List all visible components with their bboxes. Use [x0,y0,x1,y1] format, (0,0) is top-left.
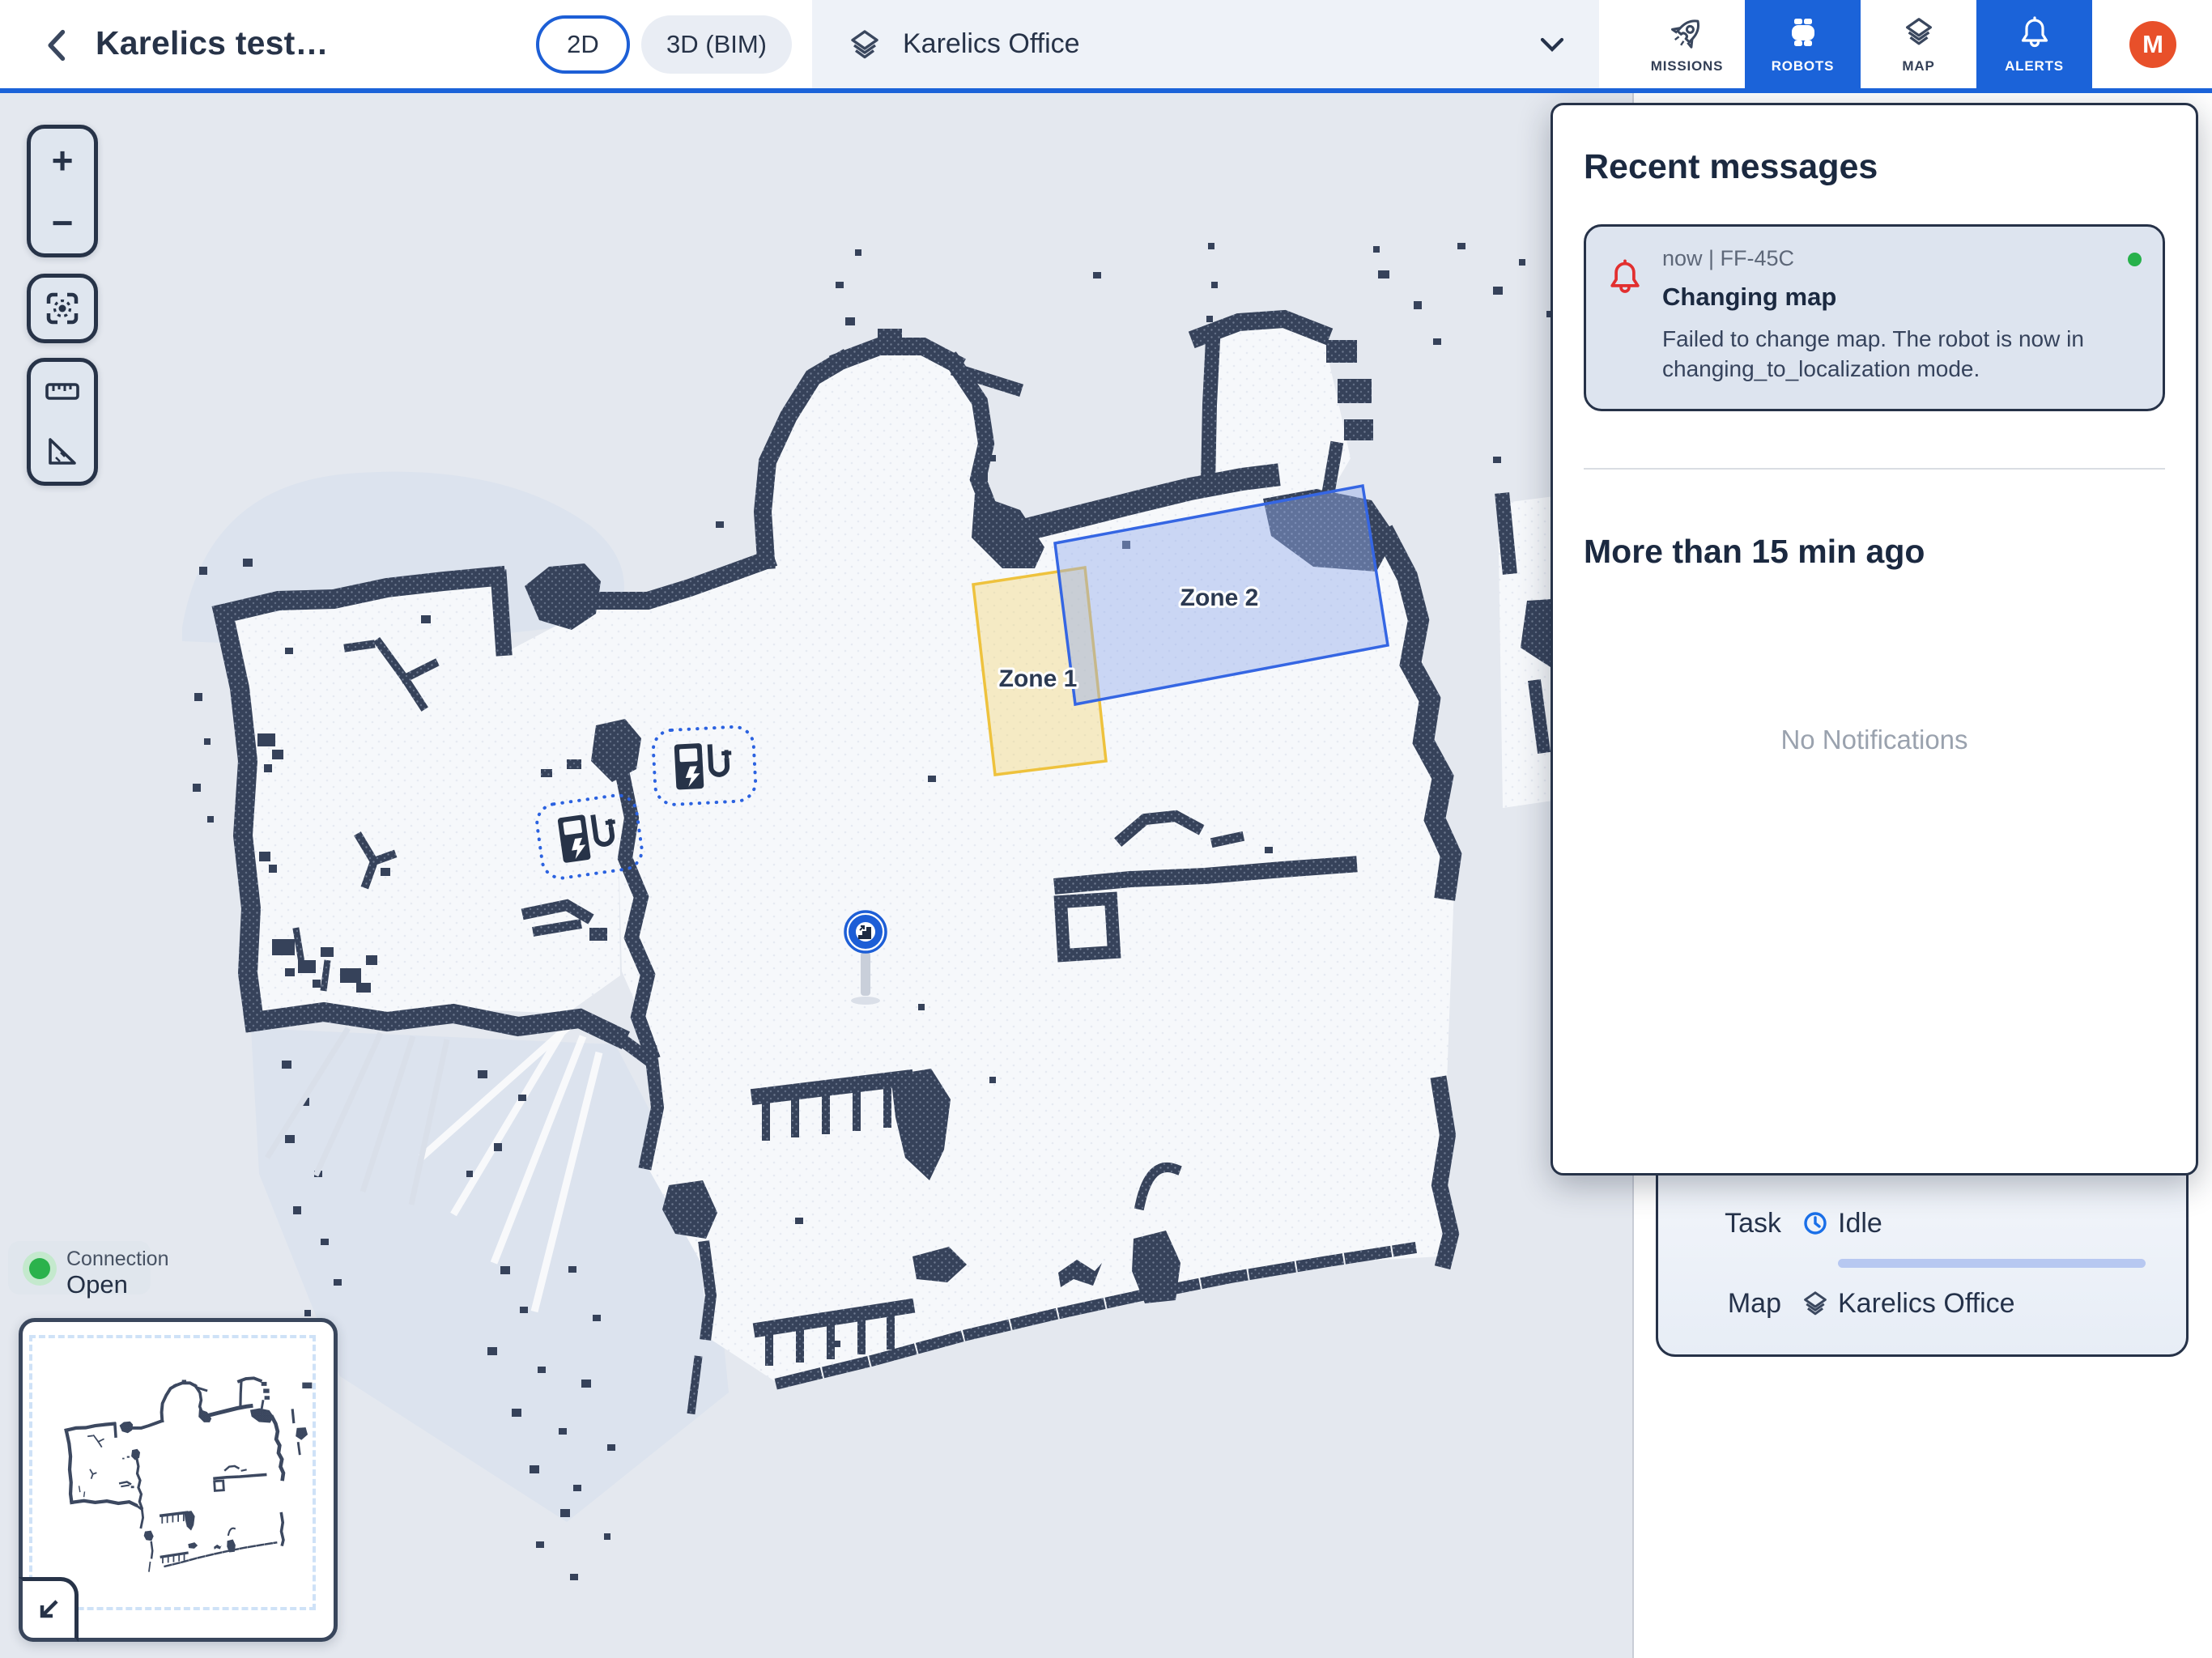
angle-tool-button[interactable] [31,422,94,482]
layers-icon [1800,1288,1831,1319]
notification-title: Changing map [1662,283,2113,312]
page-title: Karelics test… [96,24,329,62]
no-notifications-text: No Notifications [1584,725,2165,755]
view-toggle-2d[interactable]: 2D [536,15,630,74]
rocket-icon [1670,15,1705,50]
tab-alerts-label: ALERTS [2005,58,2064,74]
tab-missions-label: MISSIONS [1651,58,1724,74]
minimap-thumbnail [40,1369,322,1592]
tab-missions[interactable]: MISSIONS [1629,0,1745,88]
zoom-controls: + − [27,125,98,257]
tab-robots[interactable]: ROBOTS [1745,0,1861,88]
layers-icon [846,26,883,63]
view-toggle-3d[interactable]: 3D (BIM) [641,15,792,74]
arrow-southwest-icon [32,1593,65,1626]
map-value: Karelics Office [1838,1288,2186,1320]
connection-status: Connection Open [8,1241,151,1295]
tab-map[interactable]: MAP [1861,0,1976,88]
chevron-down-icon [1534,27,1570,62]
zoom-in-button[interactable]: + [31,129,94,191]
recenter-button[interactable] [27,274,98,343]
minimap[interactable] [19,1318,338,1642]
connection-ok-dot [29,1258,50,1279]
map-selector-value: Karelics Office [903,28,1080,60]
zone-1-label: Zone 1 [999,665,1078,692]
robot-icon [1785,15,1821,50]
avatar[interactable]: M [2129,21,2176,68]
clock-icon [1799,1207,1831,1239]
alert-bell-icon [1606,257,1648,296]
zone-2-label: Zone 2 [1180,585,1259,611]
connection-value: Open [66,1270,128,1299]
notification-card[interactable]: now | FF-45C Changing map Failed to chan… [1584,224,2165,411]
map-label: Map [1728,1288,1793,1320]
header-accent-bar [0,88,2212,93]
ruler-tool-button[interactable] [31,362,94,422]
top-bar: Karelics test… 2D 3D (BIM) Karelics Offi… [0,0,2212,93]
set-square-icon [45,434,80,470]
zoom-out-button[interactable]: − [31,191,94,253]
bell-icon [2017,15,2052,50]
tab-map-label: MAP [1902,58,1934,74]
notifications-panel: Recent messages now | FF-45C Changing ma… [1551,103,2198,1175]
ruler-icon [45,374,80,410]
task-label: Task [1725,1208,1793,1239]
tab-alerts[interactable]: ALERTS [1976,0,2092,88]
chevron-left-icon [39,26,78,65]
nav-tabs: MISSIONS ROBOTS [1629,0,2092,88]
focus-icon [44,290,81,327]
measure-tools [27,358,98,486]
connection-label: Connection [66,1248,168,1271]
notification-meta: now | FF-45C [1662,246,2113,271]
robot-status-card[interactable]: Task Idle Map Karelics Office [1656,1150,2189,1357]
back-button[interactable] [39,26,78,65]
notification-body: Failed to change map. The robot is now i… [1662,325,2113,385]
panel-section-label: More than 15 min ago [1584,533,2165,571]
task-value: Idle [1838,1208,2186,1239]
task-progress-bar [1838,1259,2146,1268]
panel-divider [1584,468,2165,470]
minimap-collapse-button[interactable] [19,1577,79,1642]
map-selector-dropdown[interactable]: Karelics Office [812,0,1599,88]
panel-title: Recent messages [1584,147,2165,187]
tab-robots-label: ROBOTS [1772,58,1835,74]
layers-icon [1901,15,1937,50]
unread-dot [2128,253,2142,266]
